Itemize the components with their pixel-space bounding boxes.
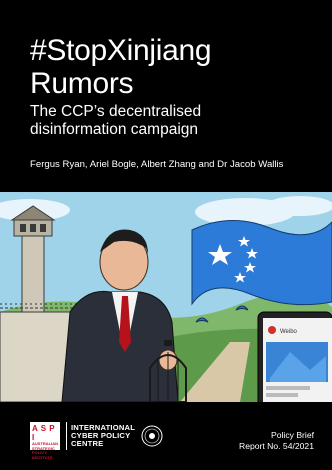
- cover-illustration: Weibo: [0, 192, 332, 402]
- aspi-logo: A S P I AUSTRALIAN STRATEGIC POLICY INST…: [30, 422, 60, 459]
- cover-subtitle-line-1: The CCP’s decentralised: [30, 103, 202, 120]
- smartphone: Weibo: [257, 311, 332, 402]
- cover-authors: Fergus Ryan, Ariel Bogle, Albert Zhang a…: [30, 159, 284, 170]
- report-type: Policy Brief: [271, 430, 314, 440]
- cover-subtitle-line-2: disinformation campaign: [30, 121, 199, 138]
- icpc-logo: INTERNATIONAL CYBER POLICY CENTRE: [66, 422, 135, 450]
- footer-logos: A S P I AUSTRALIAN STRATEGIC POLICY INST…: [30, 422, 163, 459]
- cover-title-line-2: Rumors: [30, 67, 134, 100]
- cover-title: #StopXinjiang Rumors: [30, 34, 320, 100]
- cover-title-line-1: #StopXinjiang: [30, 34, 212, 67]
- icpc-line-3: CENTRE: [71, 439, 104, 448]
- phone-app-label: Weibo: [280, 329, 298, 335]
- report-meta: Policy Brief Report No. 54/2021: [239, 430, 314, 452]
- aspi-name-line-4: INSTITUTE: [32, 454, 53, 460]
- government-seal-icon: [141, 425, 163, 447]
- cover-subtitle: The CCP’s decentralised disinformation c…: [30, 103, 320, 139]
- aspi-abbrev: A S P I: [32, 424, 55, 442]
- report-cover: #StopXinjiang Rumors The CCP’s decentral…: [0, 0, 332, 470]
- cloud: [266, 196, 332, 216]
- report-number: Report No. 54/2021: [238, 441, 314, 451]
